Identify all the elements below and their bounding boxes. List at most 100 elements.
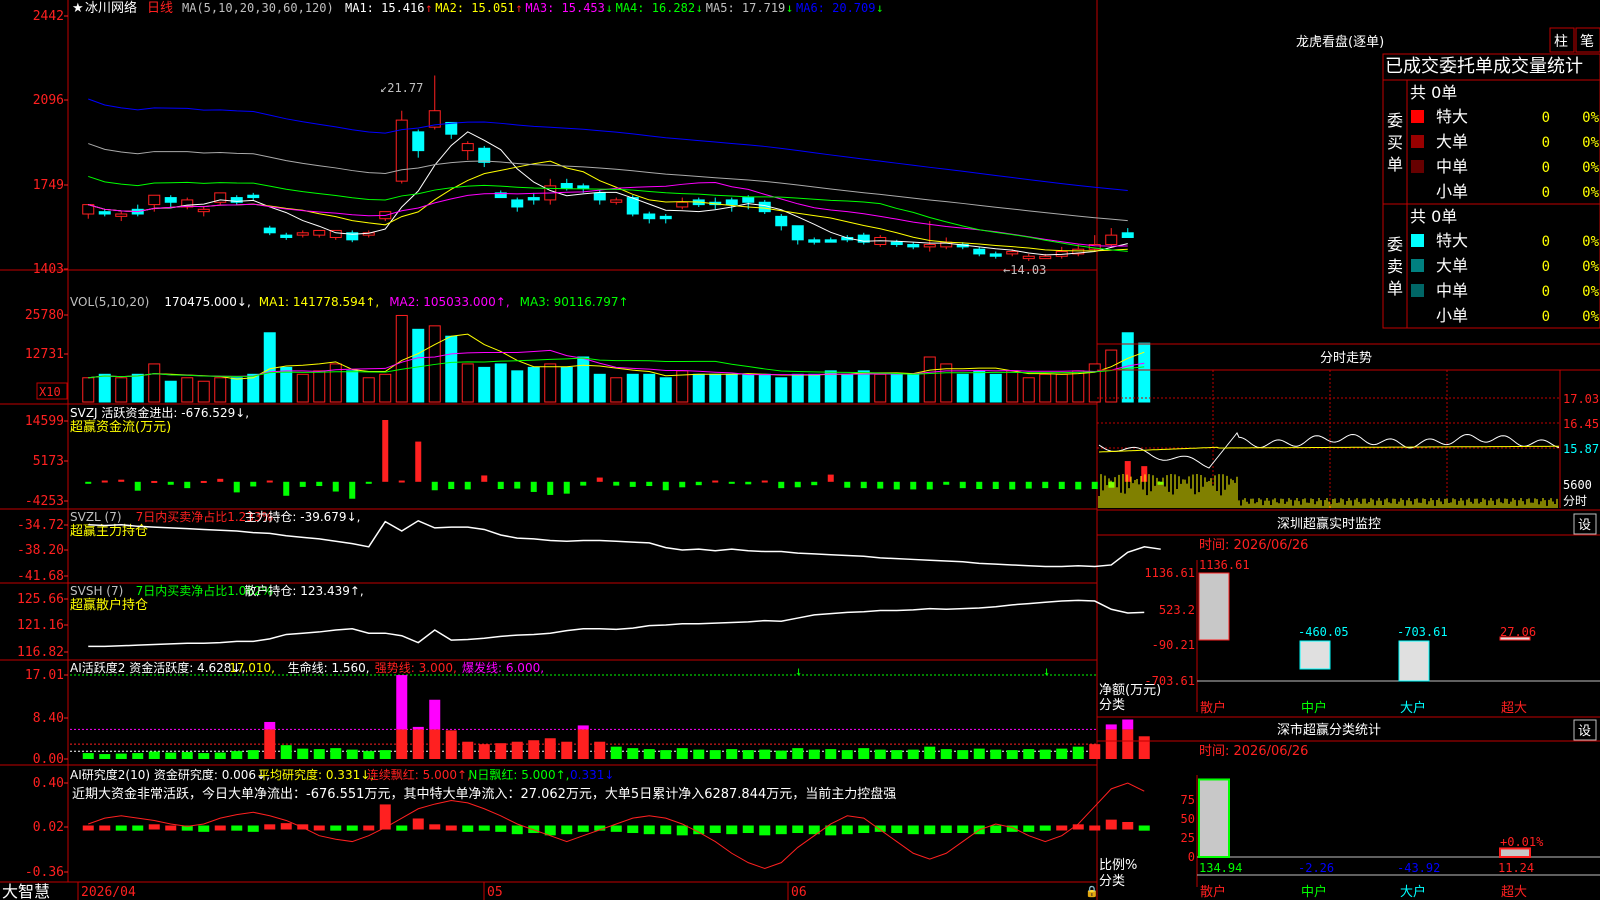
monitor-x-caption: 分类 [1099,698,1125,713]
monitor-y-label: -90.21 [1152,638,1195,652]
volume-bar [560,366,573,403]
ai-active-bar [363,751,375,759]
ai-active-bar [610,746,622,759]
ai-active-bar [313,749,325,759]
monitor-value-label: -460.05 [1298,625,1349,639]
candle-body [1105,234,1118,246]
ai-research-legend: AI研究度2(10) 资金研究度: 0.006↓,平均研究度: 0.331↓,连… [70,767,614,782]
stock-name: 冰川网络 [85,0,137,16]
volume-bar [1138,342,1151,403]
ai-research-bar [346,825,358,831]
monitor-category: 超大 [1501,701,1527,716]
candle-body [313,229,326,236]
order-color-swatch [1411,110,1424,123]
ai-research-bar [82,825,94,831]
y-tick-label: -41.68 [17,569,64,584]
svzj-bar [151,480,158,483]
volume-bar [659,377,672,403]
ai-active-bar [462,741,474,759]
svzj-bar [1141,466,1148,482]
svzj-bar [184,481,191,489]
monitor-bar [1398,640,1430,682]
favorite-star-icon[interactable]: ★ [72,1,84,16]
svzj-bar [1091,481,1098,489]
svzj-bar [844,481,851,488]
candle-body [445,121,458,135]
svzj-bar [695,481,702,486]
y-tick-label: 0.40 [33,776,64,791]
volume-bar [263,332,276,403]
ai-research-bar [264,824,276,830]
candle-body [775,215,788,227]
classify-settings-label: 设 [1578,724,1591,739]
ai-active-bar [1138,736,1150,759]
ai-active-bar [957,750,969,759]
svzj-bar [134,481,141,491]
ai-research-bar [1039,825,1051,831]
candle-body [989,253,1002,257]
order-color-swatch [1411,135,1424,148]
ma-legend-label: MA6: 20.709 [796,1,875,15]
ai-active-bar [940,749,952,759]
svzj-bar [580,481,587,486]
svzj-bar [646,481,653,487]
svzj-bar [497,481,504,489]
intraday-vol-label: 5600 [1563,478,1592,492]
ai-research-bar [610,825,622,832]
monitor-category: 散户 [1200,700,1226,716]
volume-bar [230,377,243,403]
ai-research-bar [280,823,292,830]
ai-research-bar [330,825,342,831]
ai-active-legend: AI活跃度2 资金活跃度: 4.628↓,17.010, 生命线: 1.560, 强… [70,660,544,675]
volume-bar [478,366,491,403]
ma-legend-label: MA3: 15.453 [525,1,604,15]
ai-active-bar [891,750,903,759]
classify-bar [1198,778,1230,858]
ai-active-bar [148,751,160,759]
legend-item: VOL(5,10,20) [70,295,149,309]
classify-value-label: 11.24 [1498,861,1534,875]
volume-bar [923,356,936,403]
period-label[interactable]: 日线 [147,1,173,16]
legend-item: AI活跃度2 资金活跃度: 4.628↓, [70,660,245,675]
intraday-y-label: 17.03 [1563,392,1599,406]
volume-bar [115,377,128,403]
y-tick-label: 25780 [25,308,64,323]
ai-active-bar [346,749,358,759]
order-side-label: 委 [1387,235,1403,254]
legend-item: 17.010, [229,661,275,675]
classify-extra-label: +0.01% [1500,835,1544,849]
ma-legend-arrow: ↓ [786,1,793,15]
order-qty: 0 [1542,259,1550,275]
svzj-bar [943,481,950,485]
svzj-bar [662,481,669,491]
candle-body [1022,255,1035,260]
ai-active-bar [726,749,738,759]
ai-research-bar [165,825,177,831]
lock-icon[interactable]: 🔒 [1085,885,1099,898]
svzj-subtitle: 超赢资金流(万元) [70,419,171,435]
volume-bar [296,373,309,403]
order-name: 中单 [1436,157,1468,176]
svzj-bar [250,481,257,487]
candle-body [808,239,821,243]
ai-active-bar-top [429,699,441,730]
ai-research-bar [858,825,870,834]
volume-bar [857,370,870,403]
ai-active-bar [742,750,754,759]
order-name: 特大 [1436,231,1468,250]
candle-body [263,227,276,234]
ai-research-bar [396,825,408,831]
ai-research-bar [528,825,540,834]
ai-active-bar [627,748,639,759]
svzj-bar [349,481,356,499]
monitor-category: 大户 [1400,700,1426,716]
ai-active-bar [660,750,672,759]
ai-active-bar [577,729,589,759]
ai-research-bar [313,825,325,831]
svzj-bar [200,480,207,483]
ai-active-bar [297,748,309,759]
volume-bar [758,373,771,403]
ai-research-bar [841,825,853,835]
svzj-bar [794,481,801,488]
